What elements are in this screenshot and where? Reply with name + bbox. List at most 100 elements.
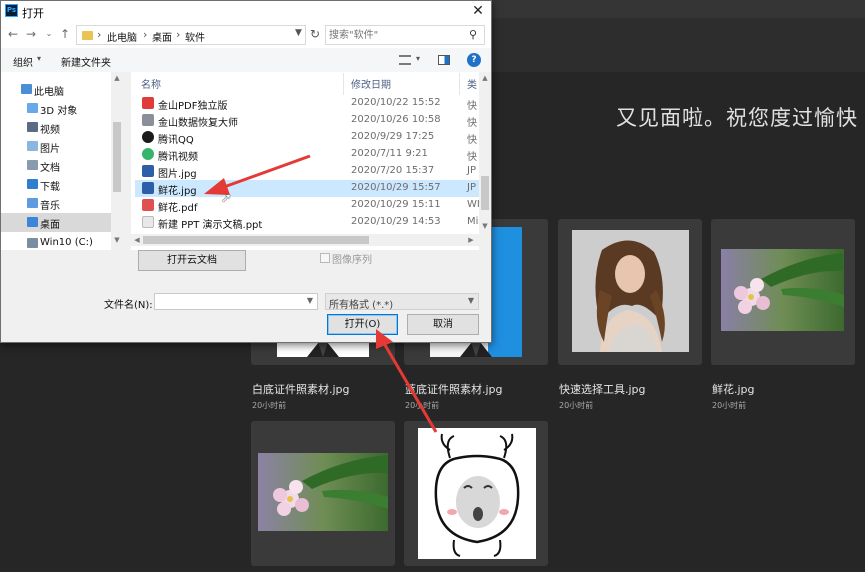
breadcrumb-desktop[interactable]: 桌面 — [152, 29, 172, 44]
address-bar[interactable]: › 此电脑 › 桌面 › 软件 ▼ — [76, 25, 306, 45]
scroll-right-arrow-icon[interactable]: ▶ — [465, 236, 477, 244]
organize-caret-icon[interactable]: ▾ — [37, 54, 41, 63]
tree-item-3d-objects[interactable]: 3D 对象 — [1, 99, 111, 118]
tree-item-drive-c[interactable]: Win10 (C:) — [1, 234, 111, 250]
image-file-icon — [142, 165, 154, 177]
tencent-video-icon — [142, 148, 154, 160]
new-folder-button[interactable]: 新建文件夹 — [61, 54, 111, 69]
file-row[interactable]: 腾讯QQ 2020/9/29 17:25 快 — [135, 129, 491, 146]
search-icon[interactable]: ⚲ — [469, 28, 477, 41]
image-file-icon — [142, 182, 154, 194]
open-cloud-document-button[interactable]: 打开云文档 — [138, 250, 246, 271]
file-date: 2020/7/20 15:37 — [351, 165, 435, 176]
cancel-button[interactable]: 取消 — [407, 314, 479, 335]
filename-combobox[interactable]: ▼ — [154, 293, 318, 310]
scroll-down-arrow-icon[interactable]: ▼ — [479, 222, 491, 230]
search-input[interactable] — [329, 28, 465, 42]
navigation-bar: ← → ⌄ ↑ › 此电脑 › 桌面 › 软件 ▼ ↻ ⚲ — [1, 22, 491, 48]
forward-arrow-icon[interactable]: → — [23, 26, 39, 42]
tree-item-label: 音乐 — [40, 201, 60, 212]
search-box[interactable]: ⚲ — [325, 25, 485, 45]
scroll-up-arrow-icon[interactable]: ▲ — [111, 74, 123, 82]
file-date: 2020/7/11 9:21 — [351, 148, 428, 159]
recent-file-card[interactable] — [558, 219, 702, 365]
tree-item-documents[interactable]: 文档 — [1, 156, 111, 175]
recent-file-name[interactable]: 鲜花.jpg — [712, 381, 755, 397]
file-type-filter-value: 所有格式 (*.*) — [329, 300, 394, 311]
ppt-file-icon — [142, 216, 154, 228]
data-recovery-icon — [142, 114, 154, 126]
recent-locations-chevron-icon[interactable]: ⌄ — [41, 26, 57, 42]
dialog-titlebar[interactable]: Ps 打开 ✕ — [1, 1, 491, 22]
file-type: 快 — [467, 101, 477, 112]
filename-dropdown-chevron-icon[interactable]: ▼ — [307, 296, 313, 305]
file-row[interactable]: 金山PDF独立版 2020/10/22 15:52 快 — [135, 95, 491, 112]
tree-item-pictures[interactable]: 图片 — [1, 137, 111, 156]
tree-item-this-pc[interactable]: 此电脑 — [1, 80, 111, 99]
mouse-cursor-icon: ➚ — [221, 191, 232, 206]
navigation-scrollbar[interactable]: ▲ ▼ — [111, 72, 123, 250]
file-row[interactable]: 图片.jpg 2020/7/20 15:37 JP — [135, 163, 491, 180]
tree-item-downloads[interactable]: 下载 — [1, 175, 111, 194]
view-options-icon[interactable] — [399, 55, 411, 65]
recent-file-name[interactable]: 蓝底证件照素材.jpg — [405, 381, 503, 397]
organize-button[interactable]: 组织 — [13, 54, 33, 69]
file-type: 快 — [467, 152, 477, 163]
open-file-dialog: Ps 打开 ✕ ← → ⌄ ↑ › 此电脑 › 桌面 › 软件 ▼ ↻ ⚲ — [0, 0, 492, 343]
scroll-up-arrow-icon[interactable]: ▲ — [479, 74, 491, 82]
file-row[interactable]: 新建 PPT 演示文稿.ppt 2020/10/29 14:53 Mi — [135, 214, 491, 231]
navigation-pane: 此电脑 3D 对象 视频 图片 文档 下载 音乐 桌面 Win10 (C:) ▲… — [1, 72, 123, 250]
scrollbar-thumb[interactable] — [143, 236, 369, 244]
column-header-name[interactable]: 名称 — [141, 76, 161, 91]
column-divider[interactable] — [343, 73, 344, 95]
scroll-down-arrow-icon[interactable]: ▼ — [111, 236, 123, 244]
file-list-horizontal-scrollbar[interactable]: ◀ ▶ — [131, 234, 479, 246]
recent-file-name[interactable]: 白底证件照素材.jpg — [252, 381, 350, 397]
file-row[interactable]: 金山数据恢复大师 2020/10/26 10:58 快 — [135, 112, 491, 129]
filename-input[interactable] — [158, 295, 298, 308]
tree-item-label: 3D 对象 — [40, 106, 78, 117]
tree-item-music[interactable]: 音乐 — [1, 194, 111, 213]
column-divider[interactable] — [459, 73, 460, 95]
tree-item-label: 桌面 — [40, 220, 60, 231]
open-button[interactable]: 打开(O) — [327, 314, 398, 335]
breadcrumb-this-pc[interactable]: 此电脑 — [107, 29, 137, 44]
refresh-icon[interactable]: ↻ — [308, 26, 322, 42]
file-row[interactable]: 鲜花.pdf 2020/10/29 15:11 WI — [135, 197, 491, 214]
tree-item-label: 下载 — [40, 182, 60, 193]
file-row[interactable]: 腾讯视频 2020/7/11 9:21 快 — [135, 146, 491, 163]
tree-item-videos[interactable]: 视频 — [1, 118, 111, 137]
tree-item-desktop[interactable]: 桌面 — [1, 213, 111, 232]
scrollbar-thumb[interactable] — [481, 176, 489, 210]
recent-file-card[interactable] — [711, 219, 855, 365]
up-arrow-icon[interactable]: ↑ — [57, 26, 73, 42]
scroll-left-arrow-icon[interactable]: ◀ — [131, 236, 143, 244]
column-header-type[interactable]: 类 — [467, 76, 477, 91]
documents-folder-icon — [27, 160, 38, 170]
file-type-filter-select[interactable]: 所有格式 (*.*) ▼ — [325, 293, 479, 311]
file-date: 2020/10/22 15:52 — [351, 97, 441, 108]
file-type: JP — [467, 182, 476, 193]
file-list: ⌃ 名称 修改日期 类 金山PDF独立版 2020/10/22 15:52 快 … — [131, 72, 491, 250]
recent-file-name[interactable]: 快速选择工具.jpg — [559, 381, 646, 397]
scrollbar-thumb[interactable] — [113, 122, 121, 192]
file-list-vertical-scrollbar[interactable]: ▲ ▼ — [479, 72, 491, 250]
address-dropdown-chevron-icon[interactable]: ▼ — [295, 28, 302, 38]
help-icon[interactable]: ? — [467, 53, 481, 67]
file-type: JP — [467, 165, 476, 176]
column-header-modified[interactable]: 修改日期 — [351, 76, 391, 91]
preview-pane-icon[interactable] — [438, 55, 450, 65]
tree-item-label: Win10 (C:) — [40, 237, 93, 248]
breadcrumb-software[interactable]: 软件 — [185, 29, 205, 44]
recent-file-card[interactable] — [251, 421, 395, 566]
recent-file-card[interactable] — [404, 421, 548, 566]
file-row-selected[interactable]: 鲜花.jpg 2020/10/29 15:57 JP — [135, 180, 491, 197]
back-arrow-icon[interactable]: ← — [5, 26, 21, 42]
file-name: 金山PDF独立版 — [158, 101, 228, 112]
recent-file-thumbnail — [572, 230, 689, 352]
view-options-caret-icon[interactable]: ▾ — [416, 54, 420, 63]
filter-dropdown-chevron-icon[interactable]: ▼ — [468, 296, 474, 305]
close-icon[interactable]: ✕ — [467, 2, 489, 20]
image-sequence-checkbox[interactable] — [320, 253, 330, 263]
recent-file-time: 20小时前 — [252, 401, 287, 410]
